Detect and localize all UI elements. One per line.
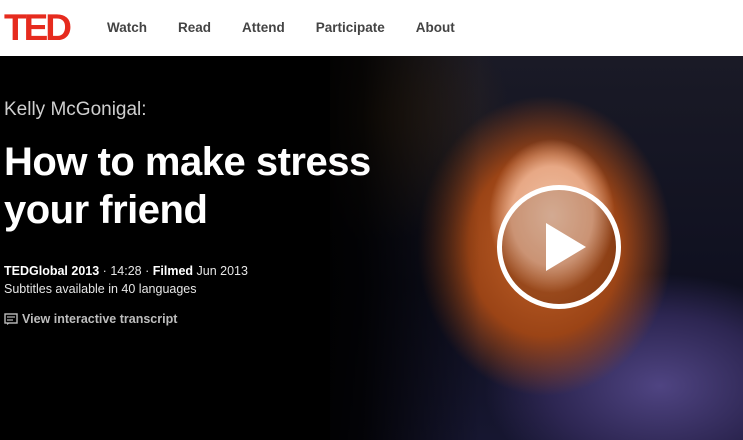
play-icon [546,223,586,271]
nav-watch[interactable]: Watch [107,20,147,36]
meta-separator: · [145,264,150,278]
nav-attend[interactable]: Attend [242,20,285,36]
filmed-date: Jun 2013 [196,264,248,278]
photo-gradient [300,56,480,440]
transcript-link-label[interactable]: View interactive transcript [22,312,177,326]
nav-read[interactable]: Read [178,20,211,36]
ted-logo[interactable]: TED [4,9,72,46]
talk-info-line: TEDGlobal 2013 · 14:28 · Filmed Jun 2013 [4,262,248,280]
site-header: TED Watch Read Attend Participate About [0,0,743,56]
filmed-label: Filmed [152,264,194,278]
event-name: TEDGlobal 2013 [4,264,100,278]
talk-title: How to make stress your friend [4,140,371,232]
meta-separator: · [102,264,107,278]
nav-participate[interactable]: Participate [316,20,385,36]
speaker-name: Kelly McGonigal: [4,99,147,120]
transcript-icon [4,313,18,325]
main-nav: Watch Read Attend Participate About [107,20,486,36]
subtitles-info: Subtitles available in 40 languages [4,282,197,296]
talk-hero: Kelly McGonigal: How to make stress your… [0,56,743,440]
talk-meta: TEDGlobal 2013 · 14:28 · Filmed Jun 2013… [4,262,248,298]
view-transcript-link[interactable]: View interactive transcript [4,312,177,326]
nav-about[interactable]: About [416,20,455,36]
play-button[interactable] [497,185,621,309]
talk-duration: 14:28 [110,264,142,278]
